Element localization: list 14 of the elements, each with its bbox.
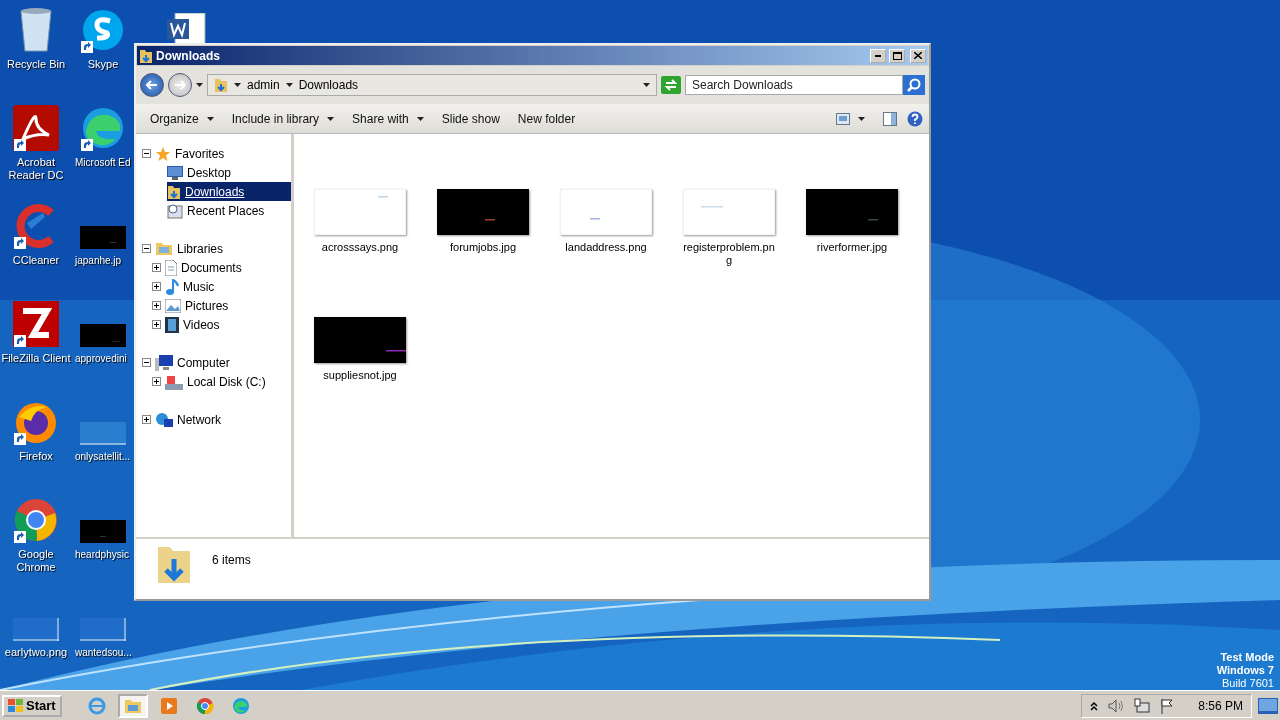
chevron-up-icon[interactable]: [1090, 700, 1099, 711]
play-icon: [160, 697, 177, 714]
show-desktop-icon[interactable]: [1258, 697, 1278, 714]
clock: 8:56 PM: [1198, 698, 1243, 713]
start-button[interactable]: Start: [2, 694, 62, 717]
taskbar-app[interactable]: [117, 693, 148, 718]
browser-icon: [231, 696, 250, 715]
browser-icon: [195, 696, 214, 715]
windows-logo-icon: [8, 698, 24, 713]
speaker-icon[interactable]: [1108, 698, 1125, 713]
flag-icon[interactable]: [1160, 697, 1175, 714]
folder-icon: [123, 697, 142, 714]
browser-icon: [87, 696, 106, 715]
network-icon[interactable]: [1134, 697, 1151, 714]
